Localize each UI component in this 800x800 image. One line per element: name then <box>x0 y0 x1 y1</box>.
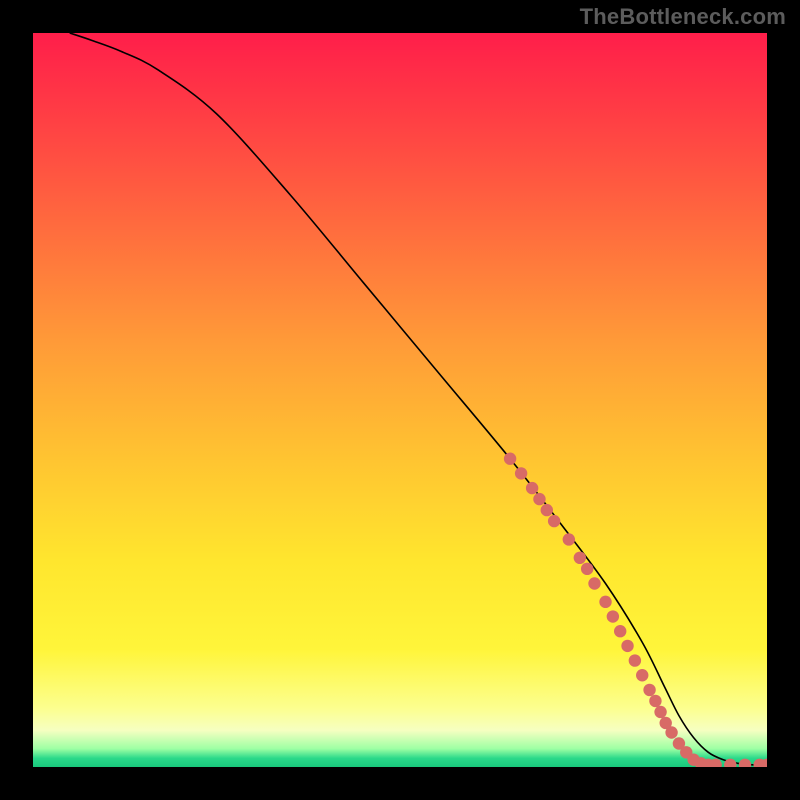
chart-point <box>588 577 600 589</box>
chart-point <box>563 533 575 545</box>
chart-point <box>599 596 611 608</box>
chart-curve <box>70 33 767 765</box>
chart-point <box>533 493 545 505</box>
chart-point <box>504 453 516 465</box>
chart-point <box>636 669 648 681</box>
chart-point <box>621 640 633 652</box>
stage: TheBottleneck.com <box>0 0 800 800</box>
chart-point <box>607 610 619 622</box>
chart-point <box>643 684 655 696</box>
chart-point <box>665 726 677 738</box>
chart-point <box>581 563 593 575</box>
chart-svg-overlay <box>33 33 767 767</box>
chart-point <box>515 467 527 479</box>
chart-point <box>629 654 641 666</box>
chart-point <box>548 515 560 527</box>
chart-point <box>541 504 553 516</box>
chart-point <box>574 552 586 564</box>
chart-point <box>739 759 751 767</box>
chart-point <box>614 625 626 637</box>
watermark-text: TheBottleneck.com <box>580 4 786 30</box>
chart-point <box>654 706 666 718</box>
chart-point <box>526 482 538 494</box>
chart-point <box>649 695 661 707</box>
chart-points <box>504 453 767 767</box>
chart-plot-area <box>33 33 767 767</box>
